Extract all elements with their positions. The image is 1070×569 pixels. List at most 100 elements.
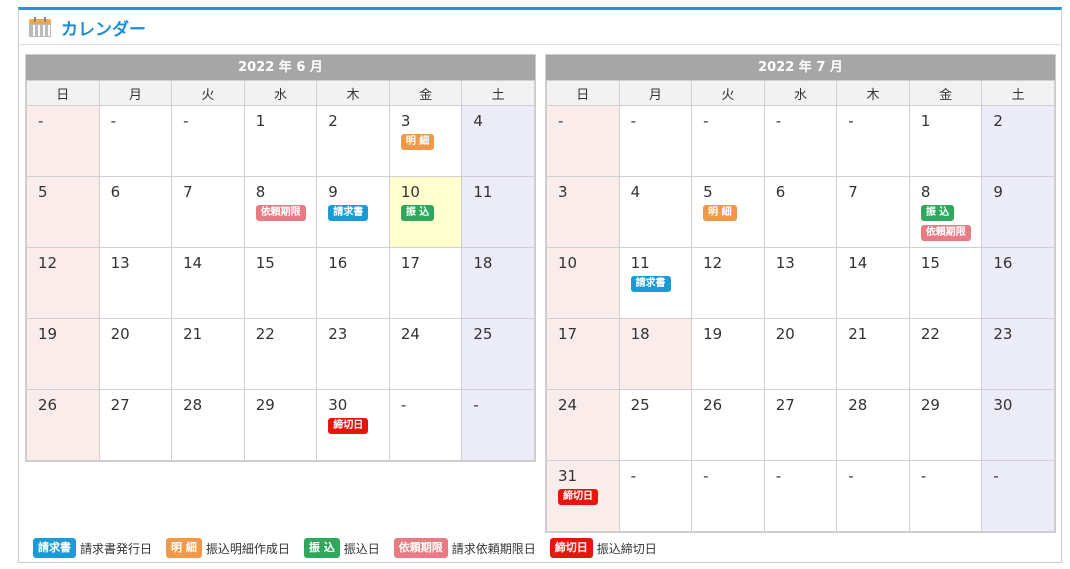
calendar-day-cell[interactable]: 21: [836, 318, 910, 390]
day-number: 7: [183, 183, 193, 201]
day-number: 20: [775, 325, 795, 343]
calendar-day-cell[interactable]: 22: [243, 318, 318, 390]
day-number: -: [400, 396, 407, 414]
calendar-day-cell[interactable]: -: [546, 105, 620, 177]
calendar-day-cell[interactable]: 26: [691, 389, 765, 461]
weekday-header: 木: [316, 80, 390, 106]
month-title: 2022 年 7 月: [546, 55, 1055, 80]
calendar-day-cell[interactable]: -: [691, 460, 765, 532]
calendar-day-cell[interactable]: 2: [981, 105, 1055, 177]
calendar-day-cell[interactable]: -: [763, 460, 838, 532]
calendar-day-cell[interactable]: 14: [836, 247, 910, 319]
calendar-day-cell[interactable]: 5: [26, 176, 100, 248]
calendar-day-cell[interactable]: 11: [461, 176, 535, 248]
calendar-day-cell[interactable]: 9 請求書: [316, 176, 390, 248]
calendar-day-cell[interactable]: 16: [316, 247, 390, 319]
calendar-week: 10 11 請求書 12 13 14 15 16: [546, 247, 1055, 319]
calendar-june: 2022 年 6 月日月火水木金土---123明 細 4 5 6 7 8 依頼期限 9 請求書 1…: [25, 54, 536, 462]
day-number: -: [920, 467, 927, 485]
calendar-day-cell[interactable]: -: [618, 460, 693, 532]
calendar-day-cell[interactable]: 30: [981, 389, 1055, 461]
calendar-day-cell[interactable]: 23: [316, 318, 390, 390]
calendar-day-cell[interactable]: 21: [171, 318, 245, 390]
weekday-header: 月: [618, 80, 693, 106]
calendar-day-cell[interactable]: 20: [98, 318, 173, 390]
day-number: 16: [993, 254, 1013, 272]
calendar-day-cell[interactable]: 15: [908, 247, 983, 319]
calendar-day-cell[interactable]: -: [908, 460, 983, 532]
calendar-day-cell[interactable]: 12: [691, 247, 765, 319]
calendar-day-cell[interactable]: 25: [618, 389, 693, 461]
calendar-day-cell[interactable]: -: [618, 105, 693, 177]
calendar-day-cell[interactable]: 2: [316, 105, 390, 177]
calendar-day-cell[interactable]: -: [981, 460, 1055, 532]
calendar-day-cell[interactable]: 25: [461, 318, 535, 390]
calendar-day-cell[interactable]: 1: [243, 105, 318, 177]
calendar-day-cell[interactable]: 23: [981, 318, 1055, 390]
calendar-day-cell[interactable]: 9: [981, 176, 1055, 248]
calendar-day-cell[interactable]: 24: [546, 389, 620, 461]
day-number: -: [703, 112, 709, 130]
calendar-day-cell[interactable]: 29: [908, 389, 983, 461]
calendar-day-cell[interactable]: 5 明 細: [691, 176, 765, 248]
calendar-day-cell[interactable]: 7: [836, 176, 910, 248]
calendar-day-cell[interactable]: 8 振 込依頼期限: [908, 176, 983, 248]
calendar-day-cell[interactable]: -: [171, 105, 245, 177]
day-number: 9: [328, 183, 338, 201]
calendar-day-cell[interactable]: 4: [461, 105, 535, 177]
calendar-day-cell[interactable]: 19: [691, 318, 765, 390]
calendar-day-cell[interactable]: -: [836, 460, 910, 532]
calendar-day-cell[interactable]: 16: [981, 247, 1055, 319]
calendar-day-cell[interactable]: 20: [763, 318, 838, 390]
calendar-day-cell[interactable]: 24: [388, 318, 463, 390]
calendar-day-cell[interactable]: 18: [618, 318, 693, 390]
calendar-grid: 日月火水木金土---123明 細 4 5 6 7 8 依頼期限 9 請求書 10 振 込 11 12 13…: [26, 80, 535, 461]
calendar-day-cell[interactable]: -: [98, 105, 173, 177]
calendar-day-cell[interactable]: 27: [763, 389, 838, 461]
calendar-day-cell[interactable]: 18: [461, 247, 535, 319]
day-number: 8: [920, 183, 931, 201]
calendar-day-cell[interactable]: -: [691, 105, 765, 177]
calendar-day-cell[interactable]: 14: [171, 247, 245, 319]
calendar-day-cell[interactable]: 8 依頼期限: [243, 176, 318, 248]
day-number: 13: [775, 254, 795, 272]
calendar-day-cell[interactable]: 3 明 細: [388, 105, 463, 177]
calendar-day-cell[interactable]: -: [26, 105, 100, 177]
day-number: -: [775, 112, 782, 130]
calendar-day-cell[interactable]: 13: [98, 247, 173, 319]
calendar-day-cell[interactable]: 6: [98, 176, 173, 248]
calendar-day-cell[interactable]: 4: [618, 176, 693, 248]
calendar-day-cell[interactable]: -: [461, 389, 535, 461]
calendar-day-cell[interactable]: 19: [26, 318, 100, 390]
calendar-day-cell[interactable]: 13: [763, 247, 838, 319]
calendar-day-cell[interactable]: 17: [388, 247, 463, 319]
calendar-day-cell[interactable]: 28: [836, 389, 910, 461]
calendar-day-cell[interactable]: 17: [546, 318, 620, 390]
calendar-day-cell[interactable]: 1: [908, 105, 983, 177]
calendar-day-cell[interactable]: -: [763, 105, 838, 177]
calendar-day-cell[interactable]: -: [836, 105, 910, 177]
calendar-day-cell[interactable]: 7: [171, 176, 245, 248]
day-number: 23: [993, 325, 1013, 343]
calendar-day-cell[interactable]: 22: [908, 318, 983, 390]
calendar-day-cell[interactable]: 12: [26, 247, 100, 319]
calendar-day-cell[interactable]: 30 締切日: [316, 389, 390, 461]
day-number: 28: [183, 396, 203, 414]
legend-label: 請求書発行日: [80, 541, 153, 556]
calendar-day-cell[interactable]: 31 締切日: [546, 460, 620, 532]
calendar-day-cell[interactable]: 15: [243, 247, 318, 319]
calendar-day-cell[interactable]: 26: [26, 389, 100, 461]
calendar-day-cell[interactable]: 3: [546, 176, 620, 248]
calendar-day-cell[interactable]: 10: [546, 247, 620, 319]
calendar-panel: カレンダー 2022 年 6 月日月火水木金土---123明 細 4 5 6 7 8 依頼期…: [18, 7, 1062, 563]
calendar-day-cell[interactable]: 29: [243, 389, 318, 461]
calendar-day-cell[interactable]: 6: [763, 176, 838, 248]
calendar-day-cell[interactable]: 28: [171, 389, 245, 461]
calendar-day-cell[interactable]: 27: [98, 389, 173, 461]
calendar-day-cell[interactable]: -: [388, 389, 463, 461]
calendar-day-cell[interactable]: 10 振 込: [388, 176, 463, 248]
day-number: 11: [630, 254, 650, 272]
legend-label: 振込明細作成日: [205, 541, 290, 556]
calendar-day-cell[interactable]: 11 請求書: [618, 247, 693, 319]
day-number: 9: [993, 183, 1003, 201]
